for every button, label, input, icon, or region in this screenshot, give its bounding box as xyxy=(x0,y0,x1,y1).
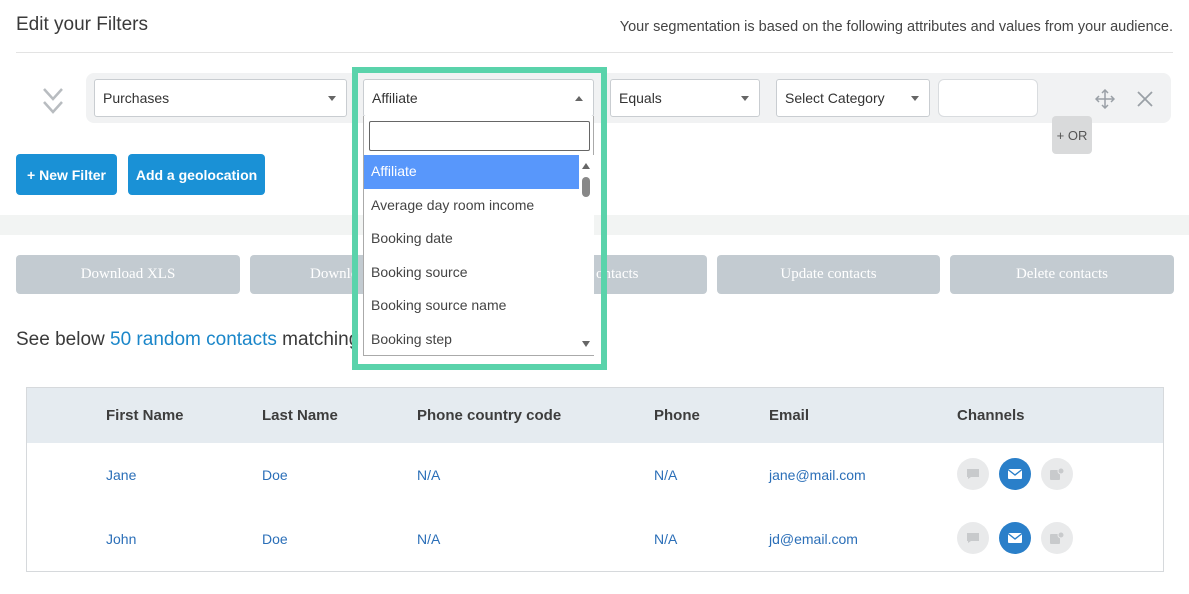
phone-cell: N/A xyxy=(654,531,678,547)
value-input[interactable] xyxy=(938,79,1038,117)
page-title: Edit your Filters xyxy=(16,14,148,35)
chevron-down-icon xyxy=(328,96,336,101)
first-name-cell[interactable]: Jane xyxy=(106,467,136,483)
double-chevron-down-icon[interactable] xyxy=(40,85,66,119)
summary-prefix: See below xyxy=(16,329,111,350)
header-divider xyxy=(16,52,1173,53)
new-filter-button[interactable]: + New Filter xyxy=(16,154,117,195)
column-header: Last Name xyxy=(262,407,338,424)
first-name-cell[interactable]: John xyxy=(106,531,136,547)
contacts-summary: See below 50 random contacts matching yo xyxy=(16,329,385,351)
sms-icon[interactable] xyxy=(957,522,989,554)
email-icon[interactable] xyxy=(999,458,1031,490)
phone-country-code-cell: N/A xyxy=(417,531,441,547)
attribute-select[interactable]: Purchases xyxy=(94,79,347,117)
operator-select-value: Equals xyxy=(619,90,662,106)
column-header: Phone country code xyxy=(417,407,562,424)
page-description: Your segmentation is based on the follow… xyxy=(619,19,1173,35)
category-select-value: Select Category xyxy=(785,90,885,106)
last-name-cell[interactable]: Doe xyxy=(262,531,288,547)
last-name-cell[interactable]: Doe xyxy=(262,467,288,483)
add-geolocation-button[interactable]: Add a geolocation xyxy=(128,154,265,195)
attribute-select-value: Purchases xyxy=(103,90,170,106)
category-select[interactable]: Select Category xyxy=(776,79,930,117)
contacts-table: First Name Last Name Phone country code … xyxy=(26,387,1164,572)
sms-icon[interactable] xyxy=(957,458,989,490)
chevron-down-icon xyxy=(741,96,749,101)
push-icon[interactable] xyxy=(1041,458,1073,490)
operator-select[interactable]: Equals xyxy=(610,79,760,117)
move-icon[interactable] xyxy=(1094,88,1116,110)
or-button[interactable]: + OR xyxy=(1052,116,1092,154)
column-header: Channels xyxy=(957,407,1025,424)
delete-contacts-button[interactable]: Delete contacts xyxy=(950,255,1174,294)
chevron-down-icon xyxy=(911,96,919,101)
push-icon[interactable] xyxy=(1041,522,1073,554)
random-contacts-link[interactable]: 50 random contacts xyxy=(110,329,277,350)
email-cell[interactable]: jane@mail.com xyxy=(769,467,866,483)
column-header: First Name xyxy=(106,407,184,424)
close-icon[interactable] xyxy=(1136,90,1154,108)
email-icon[interactable] xyxy=(999,522,1031,554)
highlight-box xyxy=(352,67,607,370)
column-header: Email xyxy=(769,407,810,424)
phone-cell: N/A xyxy=(654,467,678,483)
column-header: Phone xyxy=(654,407,700,424)
update-contacts-button[interactable]: Update contacts xyxy=(717,255,940,294)
phone-country-code-cell: N/A xyxy=(417,467,441,483)
table-header: First Name Last Name Phone country code … xyxy=(27,388,1163,443)
email-cell[interactable]: jd@email.com xyxy=(769,531,858,547)
download-xls-button[interactable]: Download XLS xyxy=(16,255,240,294)
